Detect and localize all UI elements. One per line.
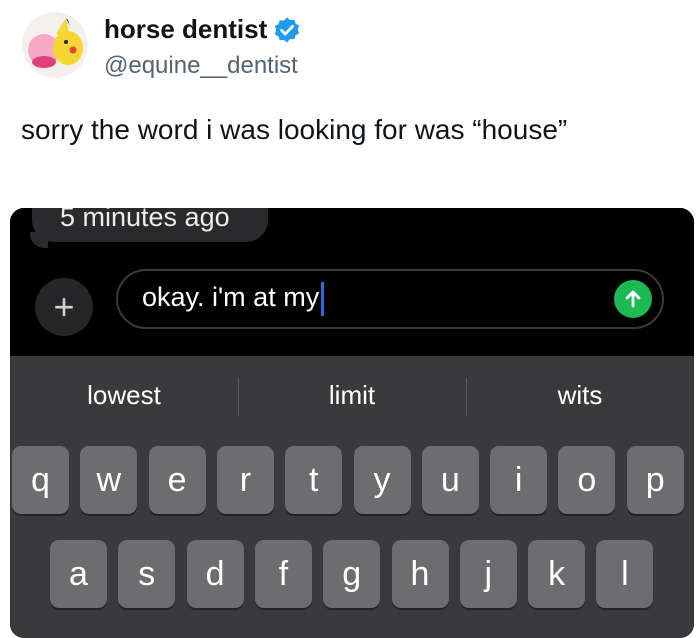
key-r[interactable]: r	[216, 446, 274, 514]
suggestion-lowest[interactable]: lowest	[10, 372, 238, 418]
embedded-screenshot: 5 minutes ago + okay. i'm at my lowest l…	[10, 208, 694, 638]
suggestion-bar: lowest limit wits	[10, 372, 694, 418]
key-f[interactable]: f	[254, 540, 312, 608]
message-timestamp: 5 minutes ago	[60, 208, 230, 232]
key-j[interactable]: j	[459, 540, 517, 608]
key-h[interactable]: h	[391, 540, 449, 608]
chat-area: 5 minutes ago + okay. i'm at my	[10, 208, 694, 356]
bubble-tail	[30, 232, 48, 248]
verified-badge-icon	[273, 16, 301, 44]
arrow-up-icon	[625, 290, 641, 308]
keyboard: lowest limit wits qwertyuiop asdfghjkl	[10, 356, 694, 638]
author-name-text: horse dentist	[104, 14, 268, 44]
key-i[interactable]: i	[490, 446, 548, 514]
key-u[interactable]: u	[421, 446, 479, 514]
key-k[interactable]: k	[528, 540, 586, 608]
plus-icon: +	[53, 286, 75, 327]
key-l[interactable]: l	[596, 540, 654, 608]
key-q[interactable]: q	[12, 446, 69, 514]
key-p[interactable]: p	[626, 446, 684, 514]
input-text: okay. i'm at my	[142, 282, 320, 313]
key-d[interactable]: d	[186, 540, 244, 608]
key-a[interactable]: a	[50, 540, 107, 608]
plus-button[interactable]: +	[35, 278, 93, 336]
key-e[interactable]: e	[148, 446, 206, 514]
avatar[interactable]	[22, 12, 88, 78]
key-g[interactable]: g	[323, 540, 381, 608]
author-handle[interactable]: @equine__dentist	[104, 52, 298, 80]
suggestion-wits[interactable]: wits	[466, 372, 694, 418]
pikachu-kirby-avatar-icon	[22, 12, 88, 78]
key-w[interactable]: w	[80, 446, 138, 514]
key-o[interactable]: o	[558, 446, 616, 514]
message-input-value: okay. i'm at my	[142, 282, 325, 316]
text-caret	[321, 282, 325, 316]
key-t[interactable]: t	[285, 446, 343, 514]
suggestion-limit[interactable]: limit	[238, 372, 466, 418]
send-button[interactable]	[614, 280, 652, 318]
author-name[interactable]: horse dentist	[104, 14, 301, 45]
message-input[interactable]: okay. i'm at my	[116, 269, 664, 329]
key-s[interactable]: s	[118, 540, 176, 608]
tweet-text: sorry the word i was looking for was “ho…	[21, 114, 568, 145]
key-y[interactable]: y	[353, 446, 411, 514]
